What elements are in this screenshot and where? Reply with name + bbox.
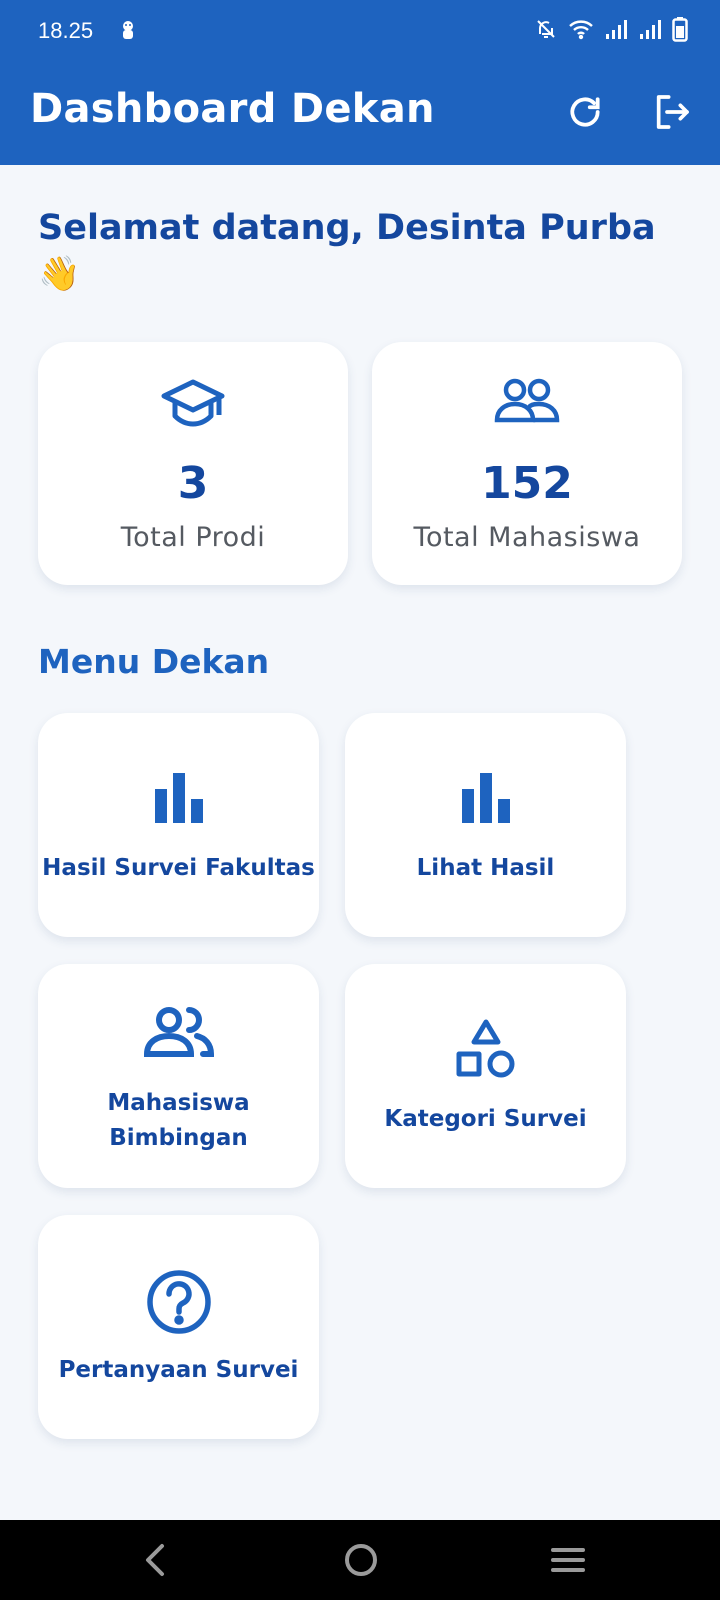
people-icon — [494, 378, 560, 423]
menu-item-kategori-survei[interactable]: Kategori Survei — [345, 964, 626, 1188]
status-bar: 18.25 — [0, 0, 720, 62]
menu-item-label: Kategori Survei — [384, 1106, 587, 1132]
graduation-cap-icon — [161, 379, 225, 427]
signal-icon — [638, 18, 662, 40]
refresh-icon — [570, 97, 600, 127]
system-nav-bar — [0, 1520, 720, 1600]
stat-label: Total Mahasiswa — [413, 522, 641, 553]
nav-home-button[interactable] — [336, 1538, 386, 1582]
stat-card-mahasiswa: 152 Total Mahasiswa — [372, 342, 682, 585]
welcome-text: Selamat datang, Desinta Purba — [38, 208, 656, 248]
app-bar: Dashboard Dekan — [0, 62, 720, 165]
page-title: Dashboard Dekan — [30, 86, 435, 132]
mute-icon — [534, 17, 558, 41]
nav-recents-button[interactable] — [543, 1538, 593, 1582]
stat-value: 152 — [481, 458, 573, 509]
stat-label: Total Prodi — [120, 522, 266, 553]
welcome-message: Selamat datang, Desinta Purba 👋 — [38, 206, 678, 296]
refresh-button[interactable] — [563, 90, 607, 134]
shapes-icon — [456, 1019, 514, 1078]
stat-card-prodi: 3 Total Prodi — [38, 342, 348, 585]
question-icon — [146, 1270, 211, 1334]
waving-hand-emoji: 👋 — [38, 254, 81, 294]
battery-icon — [672, 16, 688, 42]
signal-icon — [604, 18, 628, 40]
menu-item-label: Pertanyaan Survei — [58, 1357, 299, 1383]
bar-chart-icon — [461, 773, 510, 823]
section-title-menu: Menu Dekan — [38, 642, 270, 681]
menu-item-lihat-hasil[interactable]: Lihat Hasil — [345, 713, 626, 937]
stat-value: 3 — [177, 458, 209, 509]
wifi-icon — [568, 17, 594, 41]
nav-back-button[interactable] — [130, 1538, 180, 1582]
menu-item-pertanyaan-survei[interactable]: Pertanyaan Survei — [38, 1215, 319, 1439]
notification-app-icon — [116, 18, 140, 42]
menu-item-label: Hasil Survei Fakultas — [42, 855, 315, 881]
people-icon — [143, 1007, 214, 1057]
menu-item-hasil-survei-fakultas[interactable]: Hasil Survei Fakultas — [38, 713, 319, 937]
menu-item-mahasiswa-bimbingan[interactable]: Mahasiswa Bimbingan — [38, 964, 319, 1188]
bar-chart-icon — [154, 773, 203, 823]
chevron-left-icon — [146, 1544, 164, 1576]
menu-item-label: Lihat Hasil — [416, 855, 555, 881]
status-time: 18.25 — [38, 18, 94, 43]
circle-home-icon — [345, 1544, 377, 1576]
menu-item-label: Mahasiswa Bimbingan — [107, 1090, 250, 1151]
logout-icon — [656, 95, 689, 129]
menu-lines-icon — [551, 1548, 585, 1572]
logout-button[interactable] — [650, 90, 694, 134]
